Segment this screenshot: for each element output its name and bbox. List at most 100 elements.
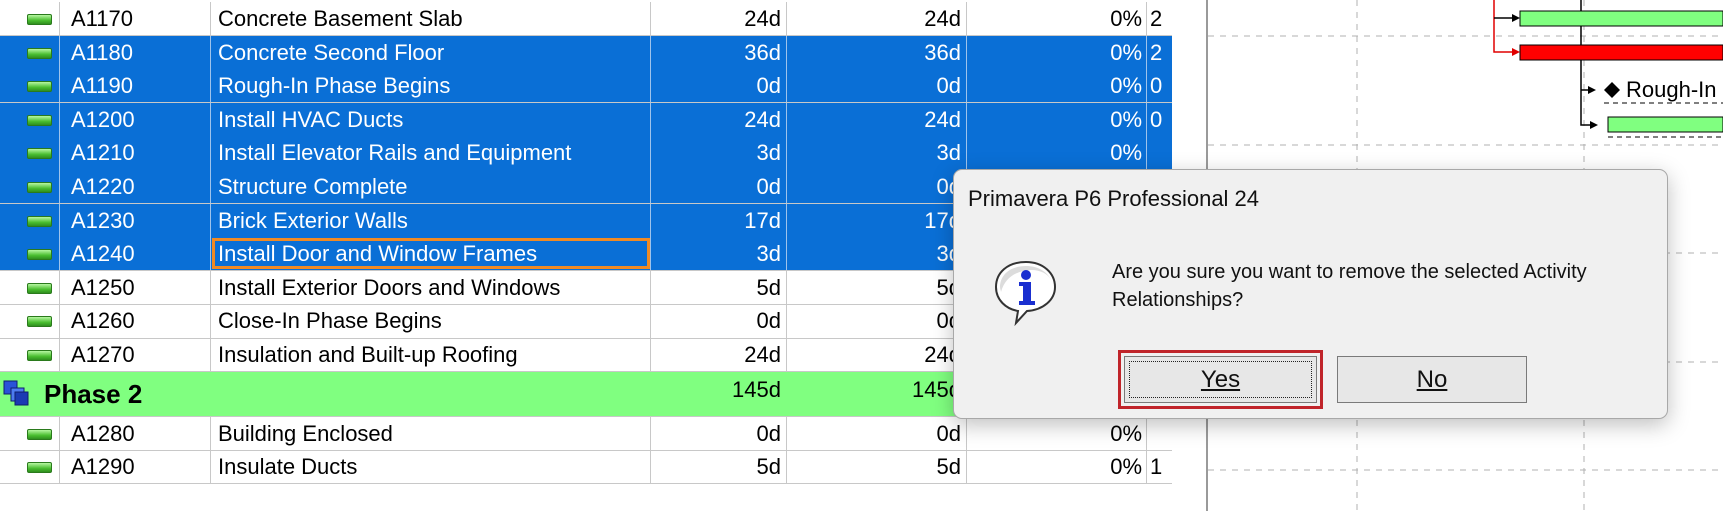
activity-id: A1230 [60, 203, 211, 237]
original-duration[interactable]: 5d [651, 270, 787, 304]
activity-id: A1210 [60, 136, 211, 170]
activity-name[interactable]: Install Elevator Rails and Equipment [211, 136, 651, 170]
activity-bar-icon [27, 350, 52, 361]
percent-complete[interactable]: 0% [967, 416, 1147, 450]
relationship-arrow [1512, 14, 1520, 22]
activity-name[interactable]: Install HVAC Ducts [211, 102, 651, 136]
activity-id: A1220 [60, 170, 211, 204]
activity-row[interactable]: A1170 Concrete Basement Slab 24d 24d 0% … [0, 2, 1172, 37]
activity-id: A1180 [60, 35, 211, 69]
activity-row[interactable]: A1210 Install Elevator Rails and Equipme… [0, 136, 1172, 171]
start-date[interactable]: 0 [1147, 69, 1172, 102]
activity-id: A1290 [60, 450, 211, 484]
activity-name[interactable]: Building Enclosed [211, 416, 651, 450]
activity-name[interactable]: Insulate Ducts [211, 450, 651, 484]
activity-bar-icon [27, 148, 52, 160]
activity-row[interactable]: A1200 Install HVAC Ducts 24d 24d 0% 0 [0, 102, 1172, 137]
start-date[interactable]: 2 [1147, 36, 1172, 69]
activity-bar-icon [27, 114, 52, 126]
remaining-duration[interactable]: 36d [787, 35, 967, 69]
original-duration[interactable]: 24d [651, 338, 787, 372]
activity-id: A1200 [60, 102, 211, 136]
remaining-duration[interactable]: 17d [787, 203, 967, 237]
original-duration[interactable]: 24d [651, 102, 787, 136]
activity-name[interactable]: Concrete Basement Slab [211, 2, 651, 36]
remaining-duration[interactable]: 24d [787, 338, 967, 372]
original-duration[interactable]: 24d [651, 2, 787, 36]
activity-bar-icon [27, 182, 52, 193]
activity-row[interactable]: A1280 Building Enclosed 0d 0d 0% [0, 416, 1172, 451]
wbs-remaining-duration: 145d [787, 371, 967, 416]
start-date[interactable]: 1 [1147, 450, 1172, 483]
original-duration[interactable]: 0d [651, 69, 787, 103]
activity-name[interactable]: Install Exterior Doors and Windows [211, 270, 651, 304]
activity-name[interactable]: Insulation and Built-up Roofing [211, 338, 651, 372]
percent-complete[interactable]: 0% [967, 69, 1147, 103]
remaining-duration[interactable]: 24d [787, 102, 967, 136]
activity-name[interactable]: Structure Complete [211, 170, 651, 204]
start-date[interactable] [1147, 136, 1172, 169]
activity-name[interactable]: Brick Exterior Walls [211, 203, 651, 237]
no-button-label: No [1416, 366, 1448, 393]
wbs-icon [3, 380, 29, 406]
information-icon [994, 260, 1057, 326]
wbs-name: Phase 2 [44, 378, 143, 409]
activity-id: A1240 [60, 237, 211, 271]
original-duration[interactable]: 3d [651, 237, 787, 271]
percent-complete[interactable]: 0% [967, 102, 1147, 136]
activity-bar-icon [27, 47, 52, 59]
remaining-duration[interactable]: 0d [787, 69, 967, 103]
percent-complete[interactable]: 0% [967, 35, 1147, 69]
critical-activity-bar [1519, 44, 1723, 61]
start-date[interactable]: 0 [1147, 103, 1172, 136]
activity-bar-icon [27, 249, 52, 261]
percent-complete[interactable]: 0% [967, 136, 1147, 170]
remaining-duration[interactable]: 5d [787, 450, 967, 484]
original-duration[interactable]: 0d [651, 170, 787, 204]
start-date[interactable]: 2 [1147, 2, 1172, 35]
milestone-diamond [1604, 82, 1620, 98]
wbs-original-duration: 145d [651, 371, 787, 416]
remaining-duration[interactable]: 0d [787, 416, 967, 450]
activity-id: A1260 [60, 304, 211, 338]
activity-row[interactable]: A1180 Concrete Second Floor 36d 36d 0% 2 [0, 35, 1172, 70]
relationship-arrow [1588, 86, 1596, 94]
relationship-arrow-red [1512, 48, 1520, 56]
activity-bar-icon [27, 81, 52, 93]
activity-bar-icon [27, 215, 52, 227]
original-duration[interactable]: 0d [651, 416, 787, 450]
activity-id: A1170 [60, 2, 211, 36]
activity-row[interactable]: A1290 Insulate Ducts 5d 5d 0% 1 [0, 450, 1172, 485]
activity-name[interactable]: Concrete Second Floor [211, 35, 651, 69]
activity-id: A1280 [60, 416, 211, 450]
relationship-arrow [1590, 121, 1598, 129]
original-duration[interactable]: 0d [651, 304, 787, 338]
original-duration[interactable]: 5d [651, 450, 787, 484]
dialog-message: Are you sure you want to remove the sele… [1112, 261, 1587, 311]
activity-bar-icon [27, 316, 52, 328]
confirm-dialog: Primavera P6 Professional 24 Are you sur… [953, 169, 1668, 419]
original-duration[interactable]: 3d [651, 136, 787, 170]
relationship-line-red [1493, 0, 1512, 53]
activity-name[interactable]: Install Door and Window Frames [211, 237, 651, 271]
remaining-duration[interactable]: 24d [787, 2, 967, 36]
activity-name[interactable]: Close-In Phase Begins [211, 304, 651, 338]
activity-row[interactable]: A1190 Rough-In Phase Begins 0d 0d 0% 0 [0, 69, 1172, 104]
activity-name[interactable]: Rough-In Phase Begins [211, 69, 651, 103]
remaining-duration[interactable]: 3d [787, 237, 967, 271]
percent-complete[interactable]: 0% [967, 450, 1147, 484]
original-duration[interactable]: 17d [651, 203, 787, 237]
remaining-duration[interactable]: 0d [787, 304, 967, 338]
original-duration[interactable]: 36d [651, 35, 787, 69]
remaining-duration[interactable]: 3d [787, 136, 967, 170]
remaining-duration[interactable]: 5d [787, 270, 967, 304]
activity-bar-icon [27, 282, 52, 294]
activity-bar [1607, 116, 1723, 133]
start-date[interactable] [1147, 417, 1172, 450]
no-button[interactable]: No [1337, 356, 1527, 403]
percent-complete[interactable]: 0% [967, 2, 1147, 36]
remaining-duration[interactable]: 0d [787, 170, 967, 204]
activity-bar-icon [27, 14, 52, 25]
yes-button[interactable]: Yes [1118, 350, 1323, 409]
dialog-title: Primavera P6 Professional 24 [968, 186, 1260, 211]
